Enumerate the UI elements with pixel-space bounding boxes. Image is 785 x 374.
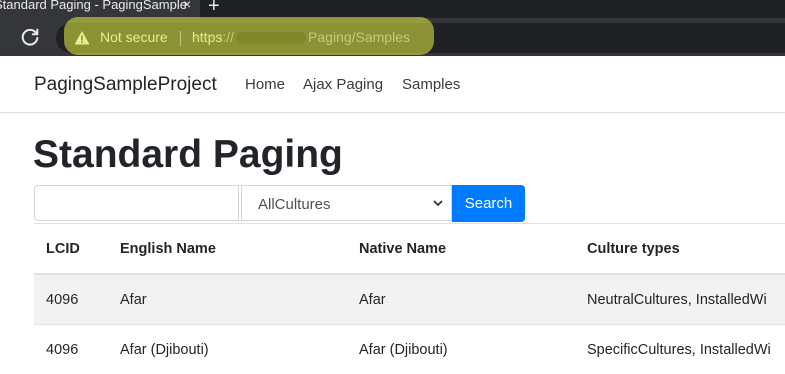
page-title: Standard Paging <box>33 133 343 177</box>
url-path: Paging/Samples <box>308 29 410 45</box>
table-row: 4096 Afar (Djibouti) Afar (Djibouti) Spe… <box>34 325 785 374</box>
navbar-brand[interactable]: PagingSampleProject <box>34 74 217 96</box>
table-header-row: LCID English Name Native Name Culture ty… <box>34 224 785 275</box>
url-text[interactable]: https:// Paging/Samples <box>192 29 410 45</box>
column-header-lcid: LCID <box>34 224 108 275</box>
cultures-table: LCID English Name Native Name Culture ty… <box>34 223 785 374</box>
warning-icon[interactable] <box>74 30 90 46</box>
cell-english-name: Afar <box>108 274 347 325</box>
url-separator: :// <box>222 29 234 45</box>
close-tab-icon[interactable]: × <box>183 0 191 11</box>
reload-icon[interactable] <box>19 26 41 48</box>
new-tab-button[interactable]: + <box>208 0 220 18</box>
address-bar[interactable]: Not secure https:// Paging/Samples <box>56 23 785 53</box>
table-row: 4096 Afar Afar NeutralCultures, Installe… <box>34 274 785 325</box>
culture-select-value: AllCultures <box>258 196 331 213</box>
cell-culture-types: NeutralCultures, InstalledWi <box>575 274 785 325</box>
tab-title: Standard Paging - PagingSample <box>0 0 187 12</box>
browser-tab[interactable]: Standard Paging - PagingSample × <box>0 0 200 18</box>
redacted-host <box>236 32 306 44</box>
nav-link-ajax-paging[interactable]: Ajax Paging <box>303 76 383 93</box>
url-scheme: https <box>192 29 222 45</box>
search-button[interactable]: Search <box>452 185 525 222</box>
cell-culture-types: SpecificCultures, InstalledWi <box>575 325 785 374</box>
search-input[interactable] <box>34 185 239 221</box>
column-header-native-name: Native Name <box>347 224 575 275</box>
address-divider <box>180 31 181 46</box>
column-header-english-name: English Name <box>108 224 347 275</box>
culture-select[interactable]: AllCultures <box>241 185 452 221</box>
security-label[interactable]: Not secure <box>100 29 168 45</box>
site-navbar: PagingSampleProject Home Ajax Paging Sam… <box>0 56 785 113</box>
browser-tab-strip: Standard Paging - PagingSample × + <box>0 0 785 18</box>
column-header-culture-types: Culture types <box>575 224 785 275</box>
nav-link-samples[interactable]: Samples <box>402 76 460 93</box>
cell-native-name: Afar <box>347 274 575 325</box>
browser-toolbar: Not secure https:// Paging/Samples <box>0 18 785 56</box>
cell-native-name: Afar (Djibouti) <box>347 325 575 374</box>
cell-lcid: 4096 <box>34 325 108 374</box>
cell-english-name: Afar (Djibouti) <box>108 325 347 374</box>
chevron-down-icon <box>433 198 443 208</box>
cell-lcid: 4096 <box>34 274 108 325</box>
nav-link-home[interactable]: Home <box>245 76 285 93</box>
